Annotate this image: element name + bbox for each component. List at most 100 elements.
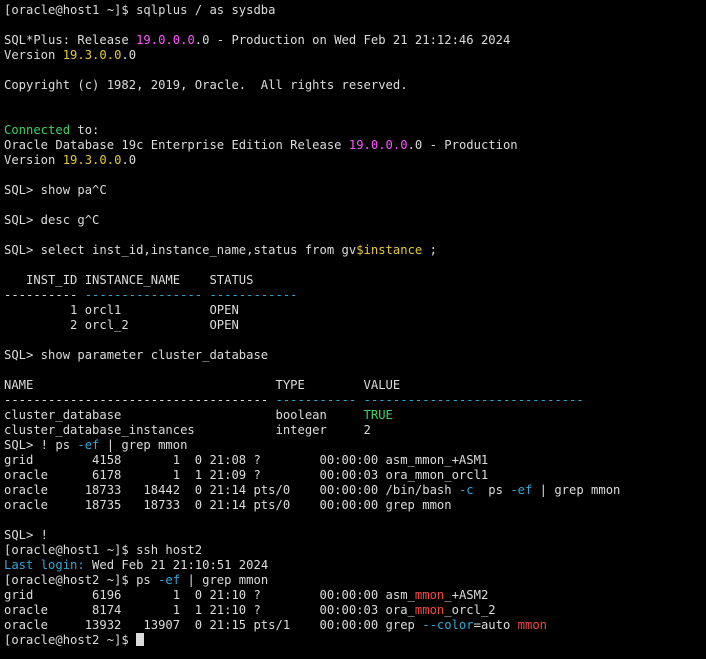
terminal-text: oracle 18733 18442 0 21:14 pts/0 00:00:0… — [4, 483, 459, 497]
terminal-text: oracle 8174 1 1 21:10 ? 00:00:03 ora_ — [4, 603, 415, 617]
terminal-text: SQL> ! — [4, 528, 49, 542]
terminal-line: Copyright (c) 1982, 2019, Oracle. All ri… — [4, 78, 706, 93]
terminal-text: oracle 18735 18733 0 21:14 pts/0 00:00:0… — [4, 498, 452, 512]
terminal-line: INST_ID INSTANCE_NAME STATUS — [4, 273, 706, 288]
terminal-text: ------------------------------------ — [4, 393, 276, 407]
terminal-text: | grep mmon — [532, 483, 621, 497]
text-cursor — [136, 633, 145, 646]
terminal-text: .0 — [121, 48, 137, 62]
terminal-text: SQL> show pa^C — [4, 183, 107, 197]
terminal-text: SQL> show parameter cluster_database — [4, 348, 269, 362]
terminal-text: cluster_database_instances integer 2 — [4, 423, 371, 437]
terminal-text: Oracle Database 19c Enterprise Edition R… — [4, 138, 349, 152]
terminal-line: cluster_database boolean TRUE — [4, 408, 706, 423]
terminal-text: Copyright (c) 1982, 2019, Oracle. All ri… — [4, 78, 408, 92]
terminal-text: [oracle@host2 ~]$ — [4, 633, 137, 647]
terminal-text: _orcl_2 — [444, 603, 496, 617]
terminal-text: grid 4158 1 0 21:08 ? 00:00:00 asm_mmon_… — [4, 453, 489, 467]
terminal-text: -c — [458, 483, 474, 497]
terminal-text: NAME TYPE VALUE — [4, 378, 401, 392]
terminal-text: grid 6196 1 0 21:10 ? 00:00:00 asm_ — [4, 588, 415, 602]
terminal-text: 1 orcl1 OPEN — [4, 303, 239, 317]
terminal-line: Connected to: — [4, 123, 706, 138]
terminal-text: INST_ID INSTANCE_NAME STATUS — [4, 273, 254, 287]
terminal-text: mmon — [414, 603, 445, 617]
terminal-line: 2 orcl_2 OPEN — [4, 318, 706, 333]
terminal-line: oracle 18733 18442 0 21:14 pts/0 00:00:0… — [4, 483, 706, 498]
terminal-text: --color — [422, 618, 474, 632]
terminal-text: SQL> ! ps — [4, 438, 78, 452]
terminal-text: [oracle@host1 ~]$ ssh host2 — [4, 543, 203, 557]
terminal-text: SQL> desc g^C — [4, 213, 100, 227]
terminal-text: ---------------- ------------ — [84, 288, 298, 302]
terminal-text: -ef — [77, 438, 100, 452]
terminal-text: .0 - Production on Wed Feb 21 21:12:46 2… — [194, 33, 511, 47]
terminal-line: SQL*Plus: Release 19.0.0.0.0 - Productio… — [4, 33, 706, 48]
terminal-line: NAME TYPE VALUE — [4, 378, 706, 393]
terminal-line: Version 19.3.0.0.0 — [4, 48, 706, 63]
terminal-line: SQL> select inst_id,instance_name,status… — [4, 243, 706, 258]
terminal-line: ------------------------------------ ---… — [4, 393, 706, 408]
terminal-text: 19.0.0.0 — [348, 138, 408, 152]
terminal-text: oracle 13932 13907 0 21:15 pts/1 00:00:0… — [4, 618, 423, 632]
terminal-line: grid 4158 1 0 21:08 ? 00:00:00 asm_mmon_… — [4, 453, 706, 468]
terminal-text: Version — [4, 48, 63, 62]
terminal-text: $instance — [356, 243, 423, 257]
terminal-line: [oracle@host2 ~]$ — [4, 633, 706, 648]
terminal-line: Oracle Database 19c Enterprise Edition R… — [4, 138, 706, 153]
terminal-line: oracle 6178 1 1 21:09 ? 00:00:03 ora_mmo… — [4, 468, 706, 483]
terminal-window[interactable]: [oracle@host1 ~]$ sqlplus / as sysdba SQL… — [0, 0, 706, 659]
terminal-line: Version 19.3.0.0.0 — [4, 153, 706, 168]
terminal-line: oracle 18735 18733 0 21:14 pts/0 00:00:0… — [4, 498, 706, 513]
terminal-text: ----------- ----------------------------… — [275, 393, 584, 407]
terminal-text: cluster_database boolean — [4, 408, 364, 422]
terminal-line: SQL> ! ps -ef | grep mmon — [4, 438, 706, 453]
terminal-text: SQL> select inst_id,instance_name,status… — [4, 243, 357, 257]
terminal-text: ---------- — [4, 288, 85, 302]
terminal-text: | grep mmon — [180, 573, 269, 587]
terminal-text: Connected — [4, 123, 71, 137]
terminal-line: 1 orcl1 OPEN — [4, 303, 706, 318]
terminal-line: oracle 8174 1 1 21:10 ? 00:00:03 ora_mmo… — [4, 603, 706, 618]
terminal-text: [oracle@host1 ~]$ sqlplus / as sysdba — [4, 3, 276, 17]
terminal-text: mmon — [414, 588, 445, 602]
terminal-line: [oracle@host1 ~]$ ssh host2 — [4, 543, 706, 558]
terminal-text: Version — [4, 153, 63, 167]
terminal-text: Last login: — [4, 558, 85, 572]
terminal-text: SQL*Plus: Release — [4, 33, 137, 47]
terminal-line: ---------- ---------------- ------------ — [4, 288, 706, 303]
terminal-text: =auto — [473, 618, 518, 632]
terminal-line: SQL> show pa^C — [4, 183, 706, 198]
terminal-line: [oracle@host1 ~]$ sqlplus / as sysdba — [4, 3, 706, 18]
terminal-text: 19.3.0.0 — [62, 48, 122, 62]
terminal-line: SQL> show parameter cluster_database — [4, 348, 706, 363]
terminal-text: ; — [422, 243, 437, 257]
terminal-line: Last login: Wed Feb 21 21:10:51 2024 — [4, 558, 706, 573]
terminal-text: -ef — [510, 483, 533, 497]
terminal-text: mmon — [517, 618, 548, 632]
terminal-text: | grep mmon — [99, 438, 188, 452]
terminal-text: .0 - Production — [407, 138, 518, 152]
terminal-line: [oracle@host2 ~]$ ps -ef | grep mmon — [4, 573, 706, 588]
terminal-line: oracle 13932 13907 0 21:15 pts/1 00:00:0… — [4, 618, 706, 633]
terminal-line: SQL> ! — [4, 528, 706, 543]
terminal-text: Wed Feb 21 21:10:51 2024 — [84, 558, 269, 572]
terminal-text: 19.0.0.0 — [136, 33, 195, 47]
terminal-text: .0 — [121, 153, 137, 167]
terminal-text: TRUE — [363, 408, 393, 422]
terminal-line: cluster_database_instances integer 2 — [4, 423, 706, 438]
terminal-text: _+ASM2 — [444, 588, 489, 602]
terminal-text: [oracle@host2 ~]$ ps — [4, 573, 159, 587]
terminal-text: 2 orcl_2 OPEN — [4, 318, 239, 332]
